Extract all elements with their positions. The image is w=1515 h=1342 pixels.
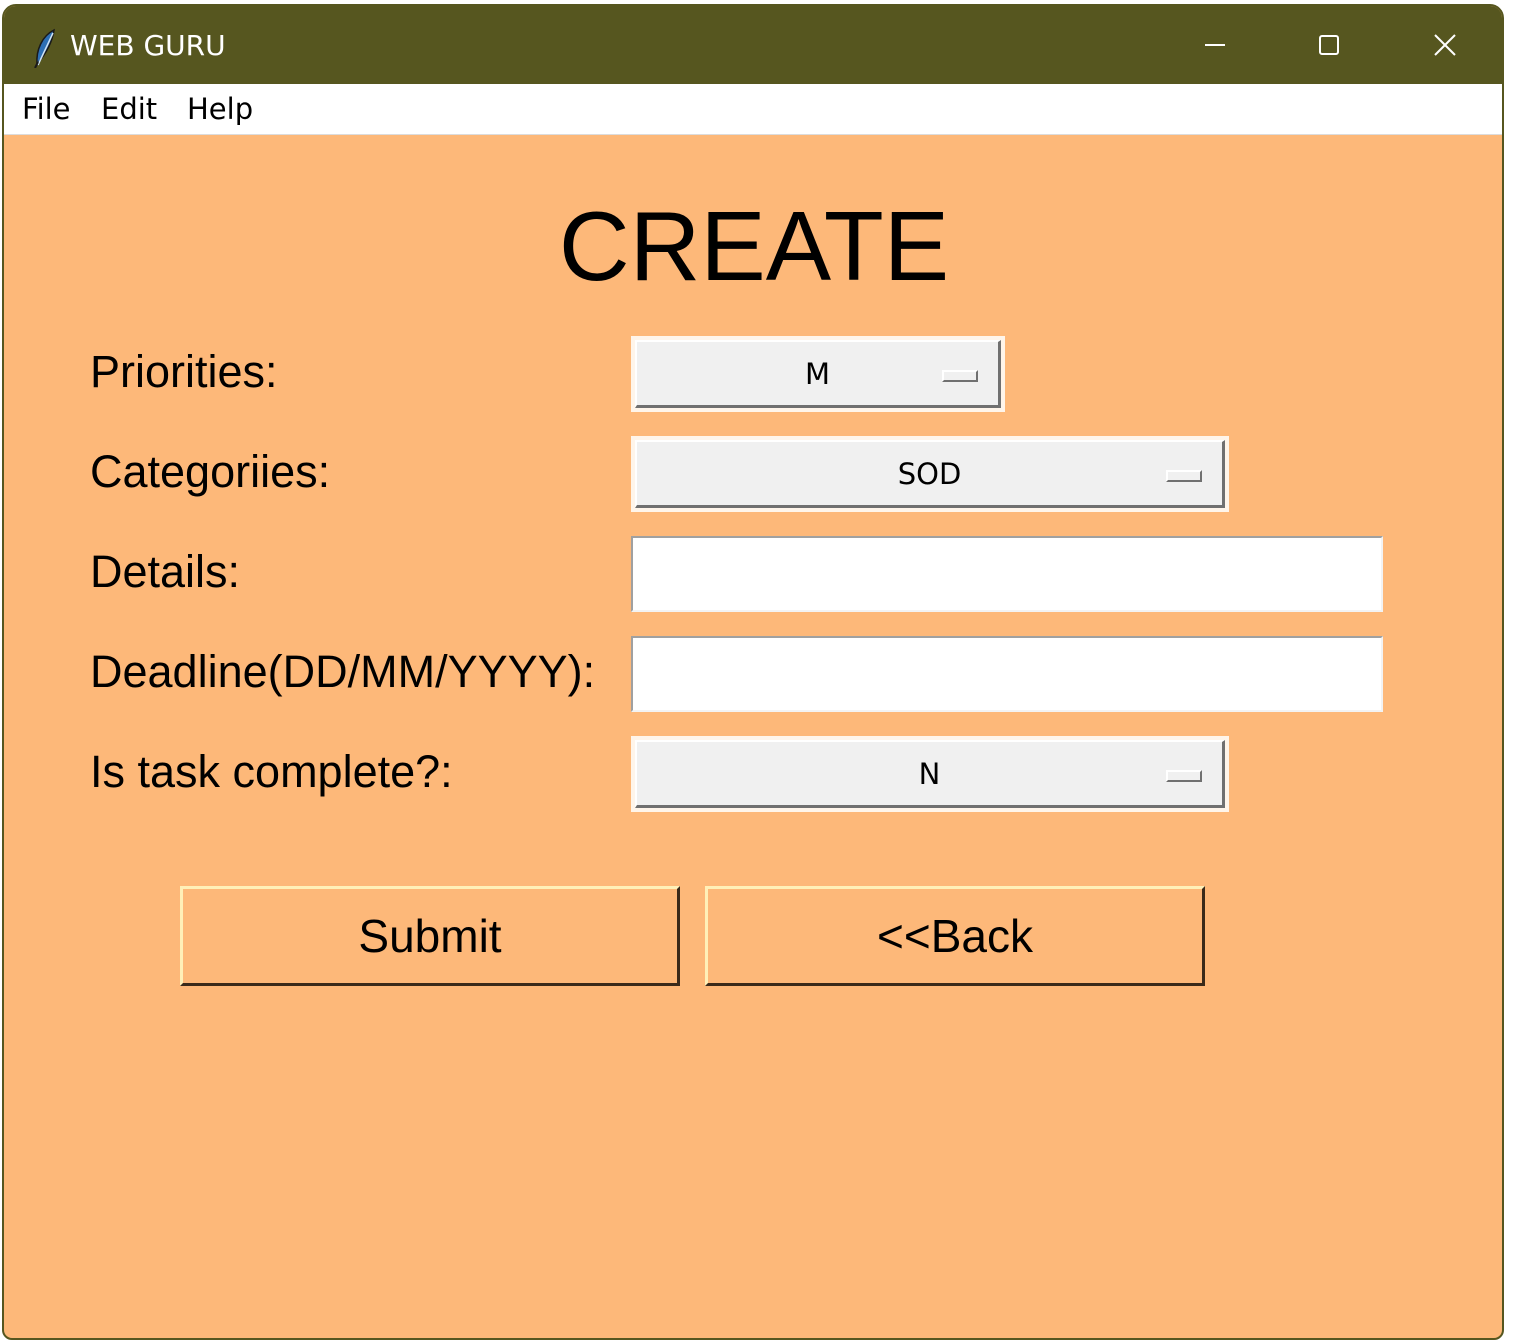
dropdown-indicator-icon bbox=[1166, 470, 1202, 482]
priorities-label: Priorities: bbox=[90, 346, 278, 397]
menu-edit[interactable]: Edit bbox=[101, 92, 157, 126]
page-title: CREATE bbox=[558, 191, 950, 301]
deadline-label: Deadline(DD/MM/YYYY): bbox=[90, 646, 596, 697]
complete-value: N bbox=[918, 756, 941, 791]
window-title: WEB GURU bbox=[70, 29, 226, 62]
dropdown-indicator-icon bbox=[1166, 770, 1202, 782]
close-icon bbox=[1434, 34, 1456, 56]
complete-label: Is task complete?: bbox=[90, 746, 453, 797]
menu-file[interactable]: File bbox=[22, 92, 71, 126]
submit-button[interactable]: Submit bbox=[180, 886, 680, 986]
deadline-input[interactable] bbox=[631, 636, 1383, 712]
complete-dropdown-button[interactable]: N bbox=[635, 740, 1225, 808]
priorities-dropdown[interactable]: M bbox=[631, 336, 1005, 412]
categories-dropdown[interactable]: SOD bbox=[631, 436, 1229, 512]
feather-icon bbox=[34, 28, 55, 68]
categories-dropdown-button[interactable]: SOD bbox=[635, 440, 1225, 508]
minimize-button[interactable] bbox=[1190, 24, 1240, 66]
title-bar: WEB GURU bbox=[4, 6, 1502, 84]
details-label: Details: bbox=[90, 546, 241, 597]
priorities-value: M bbox=[804, 356, 831, 391]
minimize-icon bbox=[1205, 44, 1225, 46]
app-window: WEB GURU File Edit Help CREATE Prioritie… bbox=[2, 4, 1504, 1340]
details-input[interactable] bbox=[631, 536, 1383, 612]
categories-label: Categoriies: bbox=[90, 446, 331, 497]
back-button[interactable]: <<Back bbox=[705, 886, 1205, 986]
menu-bar: File Edit Help bbox=[4, 84, 1502, 135]
close-button[interactable] bbox=[1420, 24, 1470, 66]
complete-dropdown[interactable]: N bbox=[631, 736, 1229, 812]
priorities-dropdown-button[interactable]: M bbox=[635, 340, 1001, 408]
maximize-icon bbox=[1319, 35, 1339, 55]
categories-value: SOD bbox=[897, 456, 962, 491]
menu-help[interactable]: Help bbox=[187, 92, 253, 126]
dropdown-indicator-icon bbox=[942, 370, 978, 382]
maximize-button[interactable] bbox=[1304, 24, 1354, 66]
